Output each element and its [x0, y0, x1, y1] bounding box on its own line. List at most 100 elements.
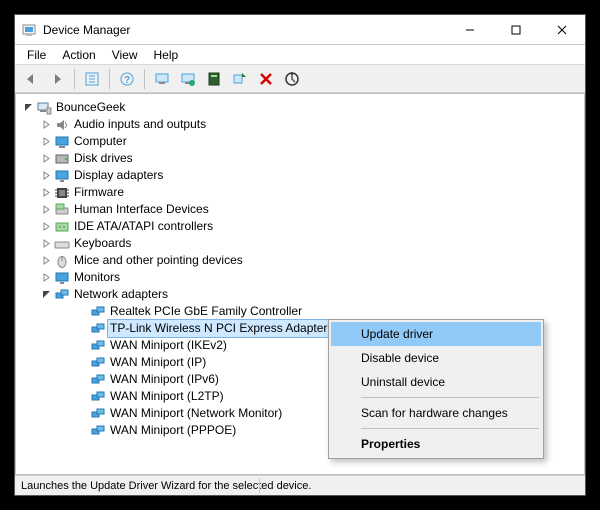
help-button[interactable]: ?: [115, 67, 139, 91]
category-mouse[interactable]: Mice and other pointing devices: [22, 252, 584, 269]
minimize-button[interactable]: [447, 15, 493, 44]
keyboard-icon: [54, 236, 70, 252]
context-item[interactable]: Scan for hardware changes: [331, 401, 541, 425]
category-hid[interactable]: Human Interface Devices: [22, 201, 584, 218]
menu-help[interactable]: Help: [146, 46, 187, 64]
scan-hardware-button[interactable]: [228, 67, 252, 91]
properties-button[interactable]: [280, 67, 304, 91]
adapter-icon: [90, 304, 106, 320]
tree-label: Computer: [74, 133, 127, 150]
monitor-icon: [54, 270, 70, 286]
menu-file[interactable]: File: [19, 46, 54, 64]
titlebar: Device Manager: [15, 15, 585, 45]
tree-label: WAN Miniport (L2TP): [110, 388, 224, 405]
tree-root-node[interactable]: BounceGeek: [22, 99, 584, 116]
tree-label: Audio inputs and outputs: [74, 116, 206, 133]
tree-label: Realtek PCIe GbE Family Controller: [110, 303, 302, 320]
forward-button[interactable]: [45, 67, 69, 91]
expand-icon[interactable]: [40, 255, 52, 267]
computer-icon: [36, 100, 52, 116]
device-item[interactable]: Realtek PCIe GbE Family Controller: [22, 303, 584, 320]
category-display[interactable]: Display adapters: [22, 167, 584, 184]
tree-label: Disk drives: [74, 150, 133, 167]
svg-text:?: ?: [124, 75, 130, 86]
adapter-icon: [90, 406, 106, 422]
tree-label: Mice and other pointing devices: [74, 252, 243, 269]
firmware-icon: [54, 185, 70, 201]
context-item[interactable]: Disable device: [331, 346, 541, 370]
adapter-icon: [90, 355, 106, 371]
tree-label: Keyboards: [74, 235, 131, 252]
adapter-icon: [90, 338, 106, 354]
collapse-icon[interactable]: [22, 102, 34, 114]
hid-icon: [54, 202, 70, 218]
menu-view[interactable]: View: [104, 46, 146, 64]
tree-label: WAN Miniport (IP): [110, 354, 206, 371]
tree-label: BounceGeek: [56, 99, 125, 116]
context-item[interactable]: Properties: [331, 432, 541, 456]
context-separator: [361, 397, 539, 398]
tree-label: WAN Miniport (PPPOE): [110, 422, 236, 439]
computer-icon: [54, 134, 70, 150]
app-icon: [21, 22, 37, 38]
expand-icon[interactable]: [40, 153, 52, 165]
category-disk[interactable]: Disk drives: [22, 150, 584, 167]
category-keyboard[interactable]: Keyboards: [22, 235, 584, 252]
category-firmware[interactable]: Firmware: [22, 184, 584, 201]
scan-pc-button[interactable]: [202, 67, 226, 91]
expand-icon[interactable]: [40, 170, 52, 182]
audio-icon: [54, 117, 70, 133]
disk-icon: [54, 151, 70, 167]
category-monitor[interactable]: Monitors: [22, 269, 584, 286]
update-driver-button[interactable]: [150, 67, 174, 91]
category-audio[interactable]: Audio inputs and outputs: [22, 116, 584, 133]
window-controls: [447, 15, 585, 44]
context-menu: Update driverDisable deviceUninstall dev…: [328, 319, 544, 459]
menu-action[interactable]: Action: [54, 46, 103, 64]
expand-icon[interactable]: [40, 119, 52, 131]
toolbar-separator: [144, 69, 145, 89]
adapter-icon: [90, 423, 106, 439]
collapse-icon[interactable]: [40, 289, 52, 301]
context-separator: [361, 428, 539, 429]
back-button[interactable]: [19, 67, 43, 91]
tree-label: WAN Miniport (IKEv2): [110, 337, 227, 354]
close-button[interactable]: [539, 15, 585, 44]
tree-label: WAN Miniport (Network Monitor): [110, 405, 282, 422]
window-title: Device Manager: [43, 23, 130, 37]
adapter-icon: [90, 389, 106, 405]
statusbar: Launches the Update Driver Wizard for th…: [15, 475, 585, 495]
expand-icon[interactable]: [40, 204, 52, 216]
mouse-icon: [54, 253, 70, 269]
toolbar-separator: [74, 69, 75, 89]
status-text: Launches the Update Driver Wizard for th…: [21, 480, 311, 492]
disable-button[interactable]: [254, 67, 278, 91]
category-ide[interactable]: IDE ATA/ATAPI controllers: [22, 218, 584, 235]
tree-label: IDE ATA/ATAPI controllers: [74, 218, 213, 235]
category-computer[interactable]: Computer: [22, 133, 584, 150]
uninstall-button[interactable]: [176, 67, 200, 91]
category-network[interactable]: Network adapters: [22, 286, 584, 303]
maximize-button[interactable]: [493, 15, 539, 44]
tree-label: Network adapters: [74, 286, 168, 303]
expand-icon[interactable]: [40, 272, 52, 284]
tree-label: WAN Miniport (IPv6): [110, 371, 219, 388]
ide-icon: [54, 219, 70, 235]
tree-label: Monitors: [74, 269, 120, 286]
context-item[interactable]: Update driver: [331, 322, 541, 346]
toolbar: ?: [15, 65, 585, 93]
toolbar-separator: [109, 69, 110, 89]
tree-label: Display adapters: [74, 167, 163, 184]
adapter-icon: [90, 321, 106, 337]
menubar: File Action View Help: [15, 45, 585, 65]
context-item[interactable]: Uninstall device: [331, 370, 541, 394]
expand-icon[interactable]: [40, 238, 52, 250]
display-icon: [54, 168, 70, 184]
tree-label: TP-Link Wireless N PCI Express Adapter: [107, 319, 330, 338]
network-icon: [54, 287, 70, 303]
show-hidden-button[interactable]: [80, 67, 104, 91]
expand-icon[interactable]: [40, 136, 52, 148]
expand-icon[interactable]: [40, 221, 52, 233]
expand-icon[interactable]: [40, 187, 52, 199]
tree-label: Human Interface Devices: [74, 201, 209, 218]
